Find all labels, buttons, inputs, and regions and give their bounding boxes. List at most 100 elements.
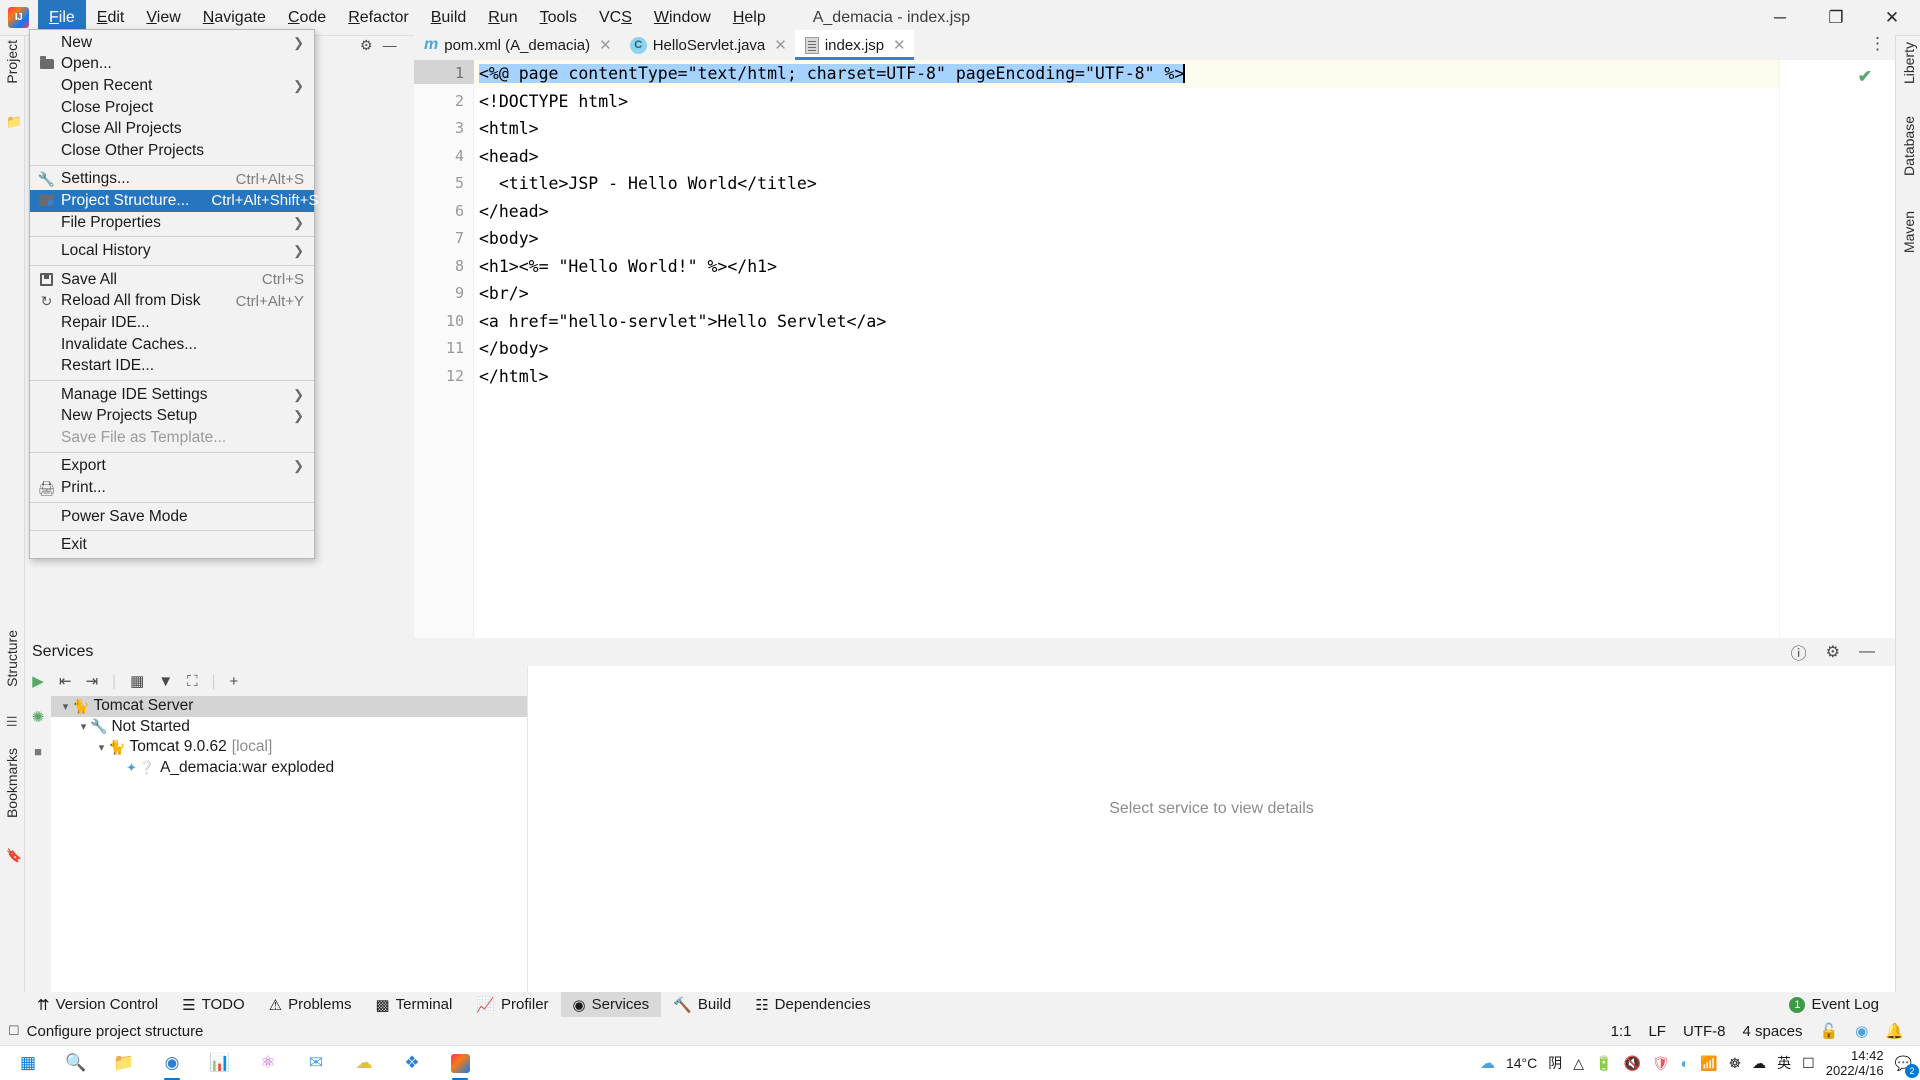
menu-item-project-structure[interactable]: Project Structure... Ctrl+Alt+Shift+S bbox=[30, 190, 319, 212]
menu-item-manage-ide-settings[interactable]: Manage IDE Settings ❯ bbox=[30, 384, 314, 406]
add-tab-icon[interactable]: ⛶ bbox=[187, 673, 198, 690]
code-line[interactable]: <%@ page contentType="text/html; charset… bbox=[474, 60, 1779, 88]
code-line[interactable]: </head> bbox=[474, 198, 1779, 226]
editor-scroll-gutter[interactable]: ✔ bbox=[1779, 60, 1895, 638]
code-line[interactable]: <a href="hello-servlet">Hello Servlet</a… bbox=[474, 308, 1779, 336]
indent-setting[interactable]: 4 spaces bbox=[1742, 1023, 1802, 1040]
notifications-bell-icon[interactable]: 🔔 bbox=[1885, 1022, 1904, 1040]
gear-icon[interactable]: ⚙ bbox=[1826, 642, 1840, 662]
stop-icon[interactable]: ■ bbox=[34, 744, 42, 759]
tab-close-icon[interactable]: ✕ bbox=[774, 36, 787, 54]
file-encoding[interactable]: UTF-8 bbox=[1683, 1023, 1726, 1040]
tree-row-war-exploded[interactable]: ✦ ❔ A_demacia:war exploded bbox=[51, 758, 527, 779]
tab-index-jsp[interactable]: index.jsp ✕ bbox=[794, 30, 914, 60]
run-icon[interactable]: ▶ bbox=[32, 672, 44, 690]
code-line[interactable]: <html> bbox=[474, 115, 1779, 143]
collapse-all-icon[interactable]: ⇥ bbox=[86, 672, 99, 690]
event-log-label[interactable]: Event Log bbox=[1811, 996, 1879, 1013]
menu-item-close-project[interactable]: Close Project bbox=[30, 97, 314, 119]
inspection-status-icon[interactable]: ✔ bbox=[1858, 67, 1872, 87]
caret-position[interactable]: 1:1 bbox=[1611, 1023, 1632, 1040]
tool-window-dependencies[interactable]: ☷ Dependencies bbox=[743, 992, 882, 1017]
cloud-sync-icon[interactable]: ☁ bbox=[1752, 1055, 1766, 1072]
help-circle-icon[interactable]: ⓘ bbox=[1791, 640, 1807, 664]
tree-row-not-started[interactable]: ▾ 🔧 Not Started bbox=[51, 717, 527, 738]
sidebar-item-project[interactable]: Project bbox=[4, 40, 20, 84]
intellij-taskbar-icon[interactable] bbox=[438, 1046, 482, 1080]
filter-icon[interactable]: ▼ bbox=[158, 673, 173, 690]
tree-row-tomcat-server[interactable]: ▾ 🐈 Tomcat Server bbox=[51, 696, 527, 717]
cloud-app-icon[interactable]: ☁ bbox=[342, 1046, 386, 1080]
volume-mute-icon[interactable]: 🔇 bbox=[1623, 1055, 1640, 1072]
collapse-icon[interactable]: — bbox=[383, 37, 397, 53]
store-app-icon[interactable]: ❖ bbox=[390, 1046, 434, 1080]
inspection-widget-icon[interactable]: ◉ bbox=[1855, 1022, 1868, 1040]
editor-gutter[interactable]: 1 2 3 4 5 6 7 8 9 10 11 12 bbox=[414, 60, 474, 638]
sidebar-item-bookmarks[interactable]: Bookmarks bbox=[4, 748, 20, 818]
taskbar-clock[interactable]: 14:42 2022/4/16 bbox=[1826, 1048, 1884, 1078]
event-log-area[interactable]: 1 Event Log bbox=[1789, 996, 1879, 1013]
project-files-icon[interactable]: 📁 bbox=[6, 114, 22, 130]
code-line[interactable]: </body> bbox=[474, 335, 1779, 363]
weather-temp[interactable]: 14°C bbox=[1506, 1055, 1537, 1071]
media-app-icon[interactable]: ⚛ bbox=[246, 1046, 290, 1080]
services-tree[interactable]: ▾ 🐈 Tomcat Server ▾ 🔧 Not Started ▾ 🐈 To… bbox=[51, 696, 527, 992]
menu-item-repair-ide[interactable]: Repair IDE... bbox=[30, 312, 314, 334]
menu-item-open[interactable]: Open... bbox=[30, 54, 314, 76]
chevron-down-icon[interactable]: ▾ bbox=[59, 700, 72, 713]
weather-icon[interactable]: ☁ bbox=[1480, 1054, 1495, 1072]
expand-all-icon[interactable]: ⇤ bbox=[59, 672, 72, 690]
tool-window-services[interactable]: ◉ Services bbox=[560, 992, 662, 1017]
security-shield-icon[interactable]: 🛡 bbox=[1652, 1055, 1670, 1072]
menu-item-power-save-mode[interactable]: Power Save Mode bbox=[30, 506, 314, 528]
line-separator[interactable]: LF bbox=[1648, 1023, 1666, 1040]
code-editor[interactable]: 1 2 3 4 5 6 7 8 9 10 11 12 <%@ page cont… bbox=[414, 60, 1895, 638]
wifi-icon[interactable]: 📶 bbox=[1700, 1055, 1717, 1072]
tab-options-icon[interactable]: ⋮ bbox=[1869, 34, 1887, 54]
code-line[interactable]: </html> bbox=[474, 363, 1779, 391]
notification-center-icon[interactable]: 💬 2 bbox=[1895, 1055, 1919, 1078]
menu-item-local-history[interactable]: Local History ❯ bbox=[30, 240, 314, 262]
menu-item-print[interactable]: 🖨 Print... bbox=[30, 477, 314, 499]
menu-item-new-projects-setup[interactable]: New Projects Setup ❯ bbox=[30, 406, 314, 428]
add-service-icon[interactable]: + bbox=[230, 673, 239, 690]
tab-pom-xml[interactable]: m pom.xml (A_demacia) ✕ bbox=[414, 30, 620, 60]
code-line[interactable]: <title>JSP - Hello World</title> bbox=[474, 170, 1779, 198]
chevron-down-icon[interactable]: ▾ bbox=[95, 741, 108, 754]
mail-app-icon[interactable]: ✉ bbox=[294, 1046, 338, 1080]
hide-panel-icon[interactable]: — bbox=[1859, 643, 1875, 661]
code-line[interactable]: <h1><%= "Hello World!" %></h1> bbox=[474, 253, 1779, 281]
structure-glyph-icon[interactable]: ☰ bbox=[6, 714, 18, 730]
menu-item-exit[interactable]: Exit bbox=[30, 534, 314, 556]
sidebar-item-structure[interactable]: Structure bbox=[4, 630, 20, 687]
tool-window-problems[interactable]: ⚠ Problems bbox=[257, 992, 364, 1017]
menu-item-open-recent[interactable]: Open Recent ❯ bbox=[30, 75, 314, 97]
lock-icon[interactable]: 🔓 bbox=[1820, 1022, 1839, 1040]
tool-window-todo[interactable]: ☰ TODO bbox=[170, 992, 257, 1017]
chart-app-icon[interactable]: 📊 bbox=[198, 1046, 242, 1080]
menu-item-invalidate-caches[interactable]: Invalidate Caches... bbox=[30, 334, 314, 356]
code-content[interactable]: <%@ page contentType="text/html; charset… bbox=[474, 60, 1779, 638]
search-icon[interactable]: 🔍 bbox=[54, 1046, 98, 1080]
tab-close-icon[interactable]: ✕ bbox=[893, 36, 906, 54]
browser-icon[interactable]: ◉ bbox=[150, 1046, 194, 1080]
menu-item-save-all[interactable]: Save All Ctrl+S bbox=[30, 269, 314, 291]
ime-language[interactable]: 英 bbox=[1777, 1053, 1791, 1073]
sidebar-item-liberty[interactable]: Liberty bbox=[1901, 42, 1917, 84]
bluetooth-icon[interactable]: ☸ bbox=[1729, 1055, 1742, 1072]
group-by-icon[interactable]: ▦ bbox=[130, 672, 144, 690]
sidebar-item-database[interactable]: Database bbox=[1901, 116, 1917, 176]
menu-item-settings[interactable]: 🔧 Settings... Ctrl+Alt+S bbox=[30, 169, 314, 191]
bookmark-icon[interactable]: 🔖 bbox=[6, 848, 22, 864]
code-line[interactable]: <!DOCTYPE html> bbox=[474, 88, 1779, 116]
code-line[interactable]: <head> bbox=[474, 143, 1779, 171]
menu-item-new[interactable]: New ❯ bbox=[30, 32, 314, 54]
menu-item-close-all-projects[interactable]: Close All Projects bbox=[30, 118, 314, 140]
debug-icon[interactable]: ✺ bbox=[32, 708, 45, 726]
battery-icon[interactable]: 🔋 bbox=[1595, 1055, 1612, 1072]
start-button-icon[interactable]: ▦ bbox=[6, 1046, 50, 1080]
tab-helloservlet-java[interactable]: C HelloServlet.java ✕ bbox=[620, 30, 795, 60]
menu-item-close-other-projects[interactable]: Close Other Projects bbox=[30, 140, 314, 162]
file-explorer-icon[interactable]: 📁 bbox=[102, 1046, 146, 1080]
tree-row-tomcat-9062[interactable]: ▾ 🐈 Tomcat 9.0.62 [local] bbox=[51, 737, 527, 758]
